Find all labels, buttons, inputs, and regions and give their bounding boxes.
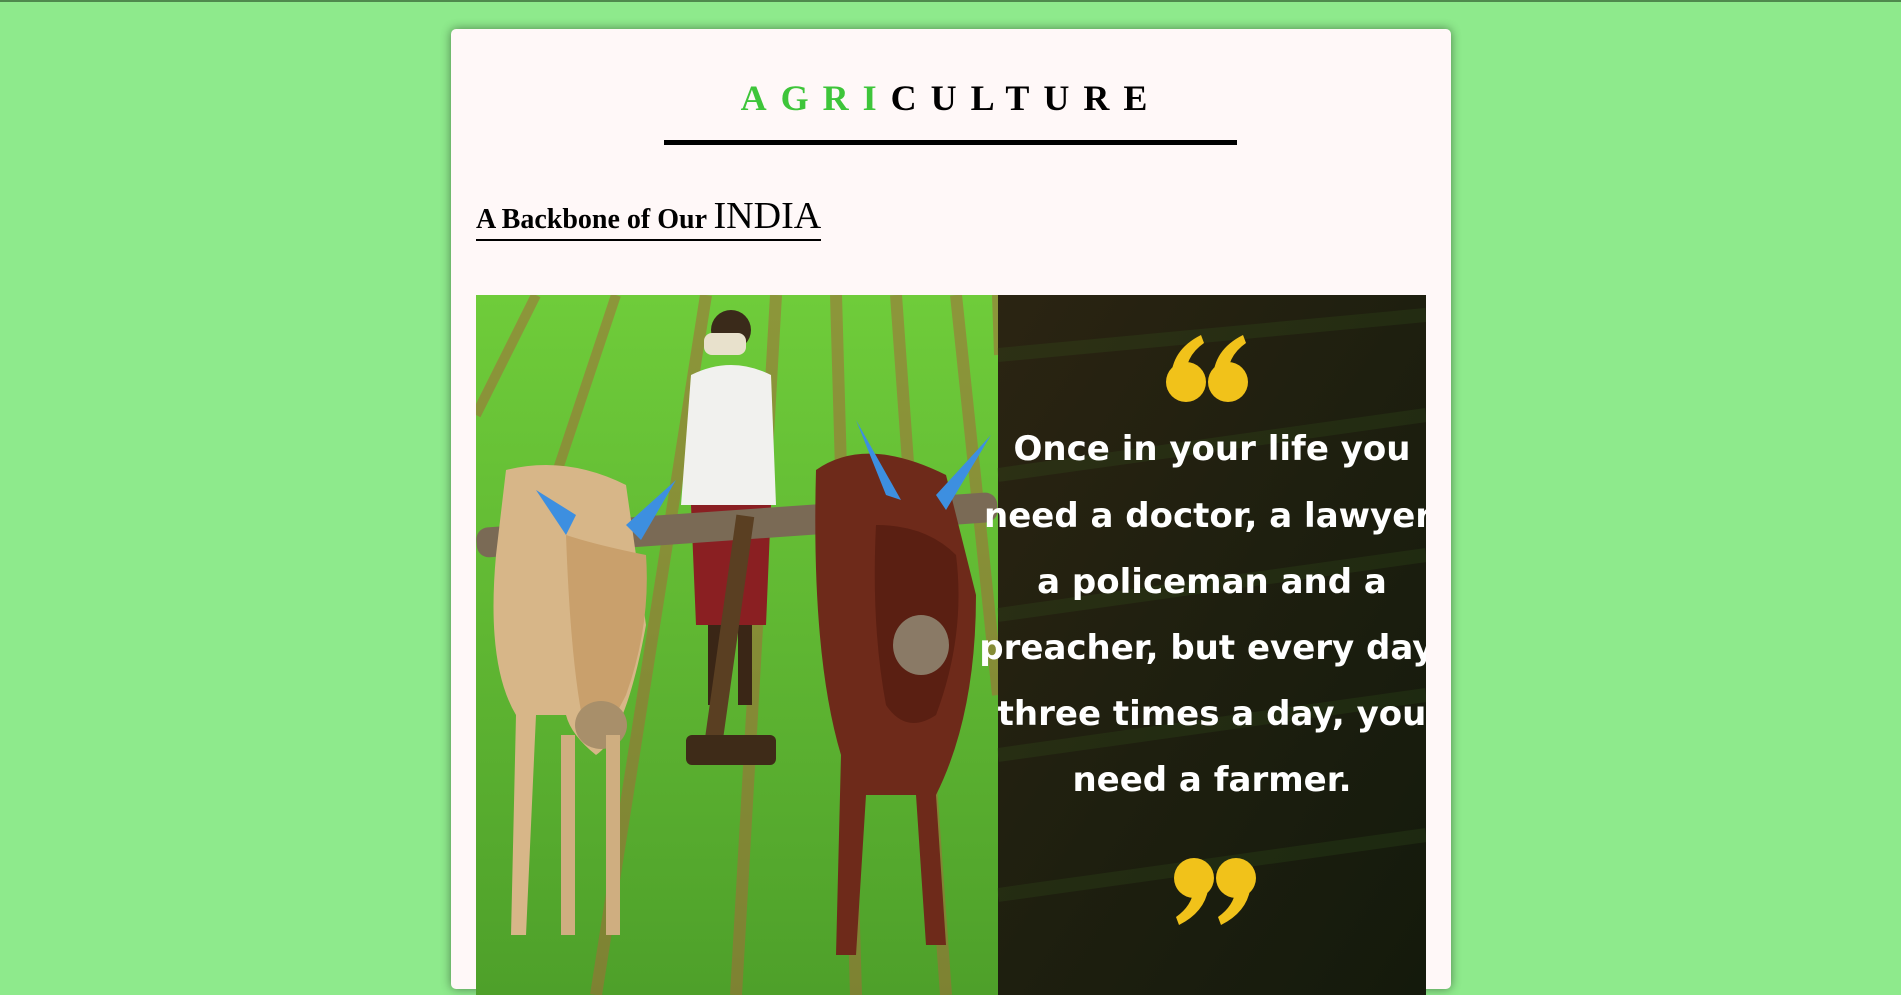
quote-line: three times a day, you bbox=[998, 694, 1426, 734]
title-underline bbox=[664, 140, 1237, 145]
farmer-plough-photo: Once in your life you need a doctor, a l… bbox=[476, 295, 1426, 995]
hero-image: Once in your life you need a doctor, a l… bbox=[476, 295, 1426, 995]
title-black-part: CULTURE bbox=[890, 78, 1162, 118]
quote-line: need a doctor, a lawyer, bbox=[984, 496, 1426, 536]
page-title: AGRICULTURE bbox=[451, 77, 1451, 119]
tagline-emphasis: INDIA bbox=[713, 195, 822, 237]
quote-line: preacher, but every day, bbox=[979, 628, 1426, 668]
top-border bbox=[0, 0, 1901, 2]
quote-line: a policeman and a bbox=[1037, 562, 1387, 602]
content-card: AGRICULTURE A Backbone of Our INDIA Once… bbox=[451, 29, 1451, 995]
quote-line: Once in your life you bbox=[1014, 429, 1411, 469]
title-green-part: AGRI bbox=[740, 78, 891, 118]
quote-line: need a farmer. bbox=[1072, 760, 1351, 800]
tagline-prefix: A Backbone of Our bbox=[476, 204, 707, 235]
tagline: A Backbone of Our INDIA bbox=[476, 195, 822, 241]
